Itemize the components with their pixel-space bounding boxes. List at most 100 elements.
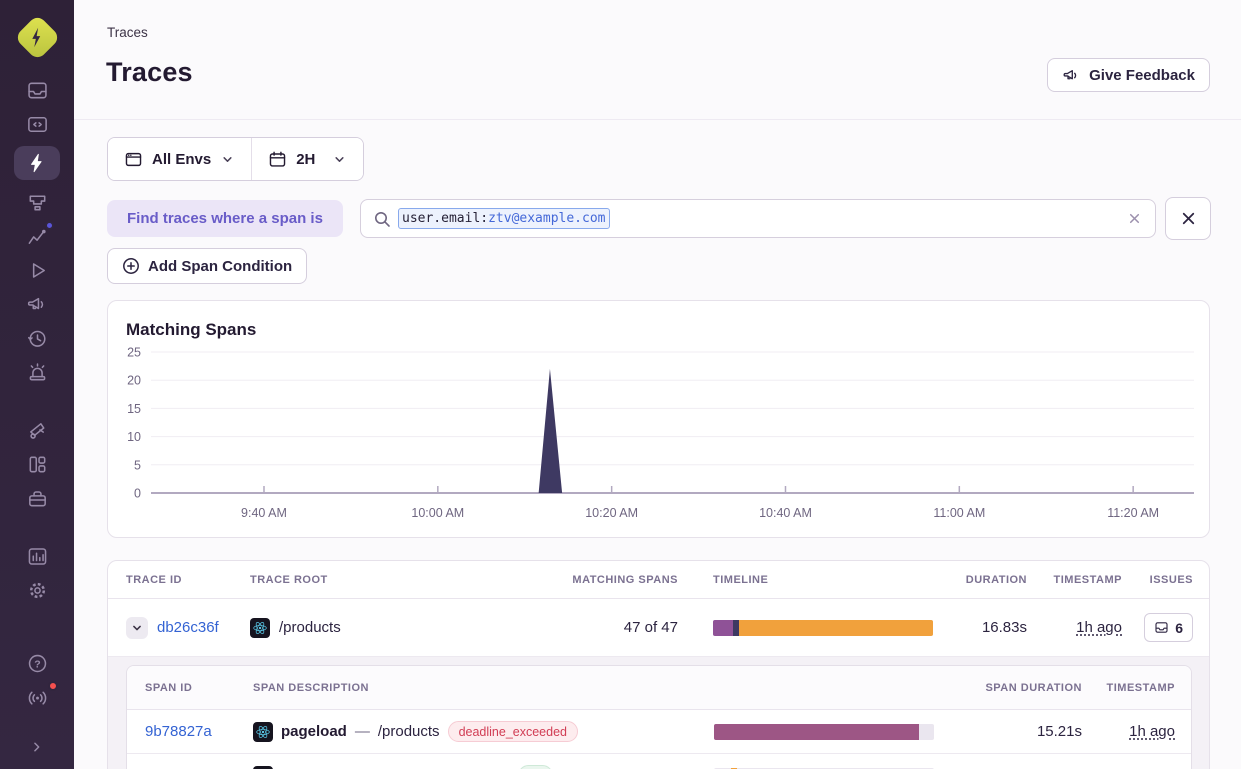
timeline-segment [713,620,733,636]
history-clock-icon [26,327,49,350]
span-id-link[interactable]: 9b78827a [145,723,212,740]
spans-table-header: Span ID Span Description Span Duration T… [127,666,1191,710]
sidebar-item-settings[interactable] [14,578,60,602]
trace-root-name: /products [279,619,341,636]
siren-icon [26,361,49,384]
help-icon: ? [26,652,49,675]
sidebar-item-stats[interactable] [14,544,60,568]
search-filter-token[interactable]: user.email:ztv@example.com [398,208,610,229]
megaphone-icon [1062,66,1081,85]
sidebar: ? [0,0,74,769]
matching-spans-chart[interactable]: 05101520259:40 AM10:00 AM10:20 AM10:40 A… [108,301,1211,539]
span-operation: pageload [281,723,347,740]
sidebar-item-replays[interactable] [14,258,60,282]
add-span-condition-label: Add Span Condition [148,258,292,275]
token-value: ztv@example.com [488,211,605,226]
expanded-trace-region: Span ID Span Description Span Duration T… [108,657,1209,769]
play-icon [26,259,49,282]
clear-search-button[interactable] [1126,210,1143,227]
matching-spans-count: 47 of 47 [501,619,713,636]
svg-text:10: 10 [127,430,141,444]
add-span-condition-button[interactable]: Add Span Condition [107,248,307,284]
svg-text:10:40 AM: 10:40 AM [759,506,812,520]
sidebar-item-help[interactable]: ? [14,651,60,675]
give-feedback-button[interactable]: Give Feedback [1047,58,1210,92]
chevron-down-icon [220,152,235,167]
chevron-down-icon [130,621,144,635]
trace-issues-button[interactable]: 6 [1144,613,1193,642]
issues-icon [26,79,49,102]
col-timestamp: Timestamp [1027,574,1122,586]
sidebar-item-projects[interactable] [14,190,60,214]
col-timeline: Timeline [713,574,951,586]
timeline-segment [733,620,740,636]
releases-archive-icon [26,487,49,510]
span-row: b7a7e441 GO http.server — GET /organizat… [127,754,1191,769]
sidebar-item-dashboards[interactable] [14,452,60,476]
col-span-description: Span Description [253,682,714,694]
sidebar-item-issues[interactable] [14,78,60,102]
traces-lightning-icon [26,152,48,174]
sidebar-item-discover[interactable] [14,418,60,442]
svg-text:5: 5 [134,458,141,472]
traces-table-panel: Trace ID Trace Root Matching Spans Timel… [107,560,1210,769]
sidebar-item-feedback[interactable] [14,292,60,316]
span-timeline-bar[interactable] [714,724,934,740]
sidebar-item-releases[interactable] [14,486,60,510]
col-trace-root: Trace Root [250,574,501,586]
remove-condition-button[interactable] [1165,197,1211,240]
traces-table-header: Trace ID Trace Root Matching Spans Timel… [108,561,1209,599]
projects-icon [26,191,49,214]
page-title: Traces [106,57,193,88]
header-divider [74,119,1241,120]
span-duration: 15.21s [934,723,1082,740]
environment-filter[interactable]: All Envs [108,138,251,180]
megaphone-icon [26,293,49,316]
col-span-duration: Span Duration [934,682,1082,694]
broadcasts-notification-dot [48,681,58,691]
svg-text:11:00 AM: 11:00 AM [933,506,985,520]
svg-text:?: ? [34,658,40,670]
svg-text:25: 25 [127,346,141,360]
span-row: 9b78827a pageload — /products deadline_e… [127,710,1191,754]
sidebar-item-traces[interactable] [14,146,60,180]
trace-timeline-bar[interactable] [713,620,933,636]
trace-id-link[interactable]: db26c36f [157,619,219,636]
chevron-down-icon [332,152,347,167]
sidebar-item-explore[interactable] [14,112,60,136]
token-key: user.email: [402,211,488,226]
breadcrumb[interactable]: Traces [107,25,148,40]
timeline-segment [714,724,919,740]
sidebar-item-alerts[interactable] [14,360,60,384]
calendar-icon [268,150,287,169]
span-condition-prefix-text: Find traces where a span is [127,210,323,227]
trace-timestamp[interactable]: 1h ago [1076,619,1122,636]
gear-icon [26,579,49,602]
chevron-right-icon [27,737,47,757]
go-project-icon: GO [253,766,273,769]
broadcast-icon [26,686,49,709]
app-logo[interactable] [14,14,60,60]
col-duration: Duration [951,574,1027,586]
span-timestamp[interactable]: 1h ago [1129,723,1175,740]
collapse-trace-button[interactable] [126,617,148,639]
sidebar-nav [14,78,60,602]
environment-filter-label: All Envs [152,151,211,168]
sidebar-item-history[interactable] [14,326,60,350]
plus-circle-icon [122,257,140,275]
span-search-input[interactable]: user.email:ztv@example.com [360,199,1156,238]
page-filter-bar: All Envs 2H [107,137,364,181]
insights-notification-dot [45,221,54,230]
sidebar-item-insights[interactable] [14,224,60,248]
discover-scope-icon [26,419,49,442]
time-range-filter[interactable]: 2H [252,138,363,180]
svg-text:20: 20 [127,374,141,388]
lightning-logo-icon [25,25,50,50]
give-feedback-label: Give Feedback [1089,67,1195,84]
collapse-sidebar-button[interactable] [14,735,60,759]
matching-spans-panel: Matching Spans 05101520259:40 AM10:00 AM… [107,300,1210,538]
react-project-icon [250,618,270,638]
dashboards-icon [26,453,49,476]
sidebar-item-broadcasts[interactable] [14,685,60,709]
folder-code-icon [26,113,49,136]
